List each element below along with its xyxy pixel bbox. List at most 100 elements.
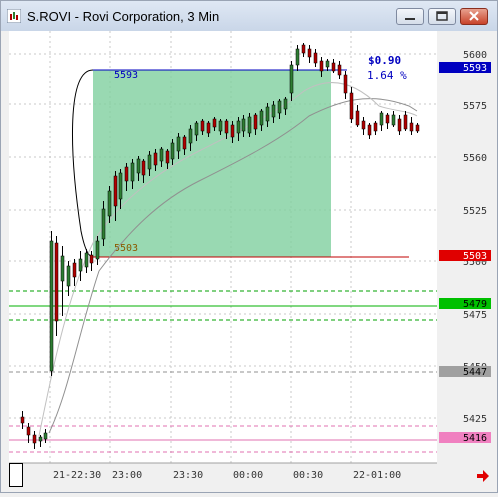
- candle-body: [230, 124, 235, 138]
- candle-body: [355, 110, 360, 126]
- candle-body: [331, 62, 336, 72]
- level-marker-label: 5447: [463, 367, 487, 378]
- candle-body: [194, 122, 199, 136]
- chart-area[interactable]: 5593 5503 $0.90 1.64 % 5600 5575 5560 55…: [9, 31, 497, 492]
- level-markers: 5593 5503 5479 5447 5416: [439, 62, 491, 444]
- candle-body: [107, 190, 112, 217]
- candle-body: [60, 255, 65, 282]
- time-tick: 23:00: [112, 470, 142, 481]
- close-icon: [469, 11, 479, 21]
- minimize-button[interactable]: [396, 8, 424, 25]
- time-tick: 22-01:00: [353, 470, 401, 481]
- candle-body: [403, 114, 408, 130]
- candle-body: [188, 128, 193, 144]
- time-tick: 21-22:30: [53, 470, 101, 481]
- candle-body: [101, 208, 106, 240]
- time-tick: 23:30: [173, 470, 203, 481]
- candle-body: [124, 166, 129, 182]
- candle-body: [38, 436, 43, 442]
- candle-body: [253, 114, 258, 130]
- level-marker-label: 5416: [463, 433, 487, 444]
- candle-body: [307, 48, 312, 58]
- candle-body: [206, 122, 211, 134]
- candle-body: [200, 120, 205, 132]
- price-tick: 5475: [463, 310, 487, 321]
- candle-body: [361, 120, 366, 130]
- close-button[interactable]: [460, 8, 488, 25]
- candle-body: [313, 52, 318, 64]
- candle-body: [236, 120, 241, 134]
- maximize-icon: [436, 11, 448, 21]
- candle-body: [136, 158, 141, 174]
- candle-body: [141, 160, 146, 176]
- candle-body: [170, 142, 175, 160]
- candle-body: [343, 74, 348, 94]
- price-tick: 5600: [463, 50, 487, 61]
- candle-body: [271, 104, 276, 118]
- title-bar[interactable]: S.ROVI - Rovi Corporation, 3 Min: [1, 1, 497, 31]
- candle-body: [373, 122, 378, 132]
- scroll-right-arrow-icon[interactable]: [476, 469, 490, 483]
- candle-body: [78, 258, 83, 272]
- candle-body: [325, 60, 330, 68]
- candle-body: [259, 110, 264, 126]
- candle-body: [118, 172, 123, 200]
- candle-body: [95, 240, 100, 260]
- minimize-icon: [405, 18, 415, 20]
- candle-body: [54, 242, 59, 322]
- price-tick: 5525: [463, 206, 487, 217]
- candle-body: [43, 432, 48, 440]
- change-value: $0.90: [368, 54, 401, 67]
- window-title: S.ROVI - Rovi Corporation, 3 Min: [27, 9, 220, 24]
- candle-body: [66, 265, 71, 287]
- time-axis: 21-22:30 23:00 23:30 00:00 00:30 22-01:0…: [53, 470, 401, 481]
- price-tick: 5575: [463, 101, 487, 112]
- price-chart: 5593 5503 $0.90 1.64 % 5600 5575 5560 55…: [9, 31, 491, 481]
- candle-body: [130, 162, 135, 182]
- candle-body: [218, 120, 223, 132]
- candle-body: [247, 116, 252, 134]
- level-marker-label: 5593: [463, 63, 487, 74]
- candle-body: [176, 136, 181, 152]
- maximize-button[interactable]: [428, 8, 456, 25]
- app-icon: [7, 9, 21, 23]
- candle-body: [415, 124, 420, 132]
- scrollbar-thumb[interactable]: [9, 463, 23, 487]
- candle-body: [32, 434, 37, 444]
- candle-body: [409, 122, 414, 132]
- candle-body: [212, 118, 217, 128]
- candle-body: [182, 136, 187, 150]
- candle-body: [49, 240, 54, 372]
- candle-body: [319, 60, 324, 72]
- candle-body: [349, 92, 354, 120]
- candle-body: [147, 154, 152, 170]
- candle-body: [367, 124, 372, 136]
- change-percent: 1.64 %: [367, 69, 407, 82]
- price-tick: 5425: [463, 414, 487, 425]
- candle-body: [241, 118, 246, 132]
- candle-body: [224, 120, 229, 134]
- candle-body: [337, 64, 342, 76]
- candle-body: [397, 118, 402, 132]
- time-tick: 00:30: [293, 470, 323, 481]
- candle-body: [165, 150, 170, 164]
- candle-body: [89, 254, 94, 264]
- measure-bottom-label: 5503: [114, 243, 138, 254]
- candle-body: [20, 416, 25, 424]
- price-tick: 5560: [463, 153, 487, 164]
- candle-body: [289, 64, 294, 94]
- candle-body: [113, 175, 118, 207]
- candle-body: [72, 262, 77, 278]
- chart-window: S.ROVI - Rovi Corporation, 3 Min 5593 55…: [0, 0, 498, 493]
- candle-body: [379, 112, 384, 126]
- candle-body: [295, 48, 300, 66]
- candle-body: [265, 106, 270, 122]
- candle-body: [301, 44, 306, 54]
- candle-body: [84, 252, 89, 268]
- level-marker-label: 5479: [463, 299, 487, 310]
- time-tick: 00:00: [233, 470, 263, 481]
- candle-body: [385, 114, 390, 124]
- candle-body: [391, 114, 396, 126]
- measure-top-label: 5593: [114, 70, 138, 81]
- candle-body: [153, 152, 158, 166]
